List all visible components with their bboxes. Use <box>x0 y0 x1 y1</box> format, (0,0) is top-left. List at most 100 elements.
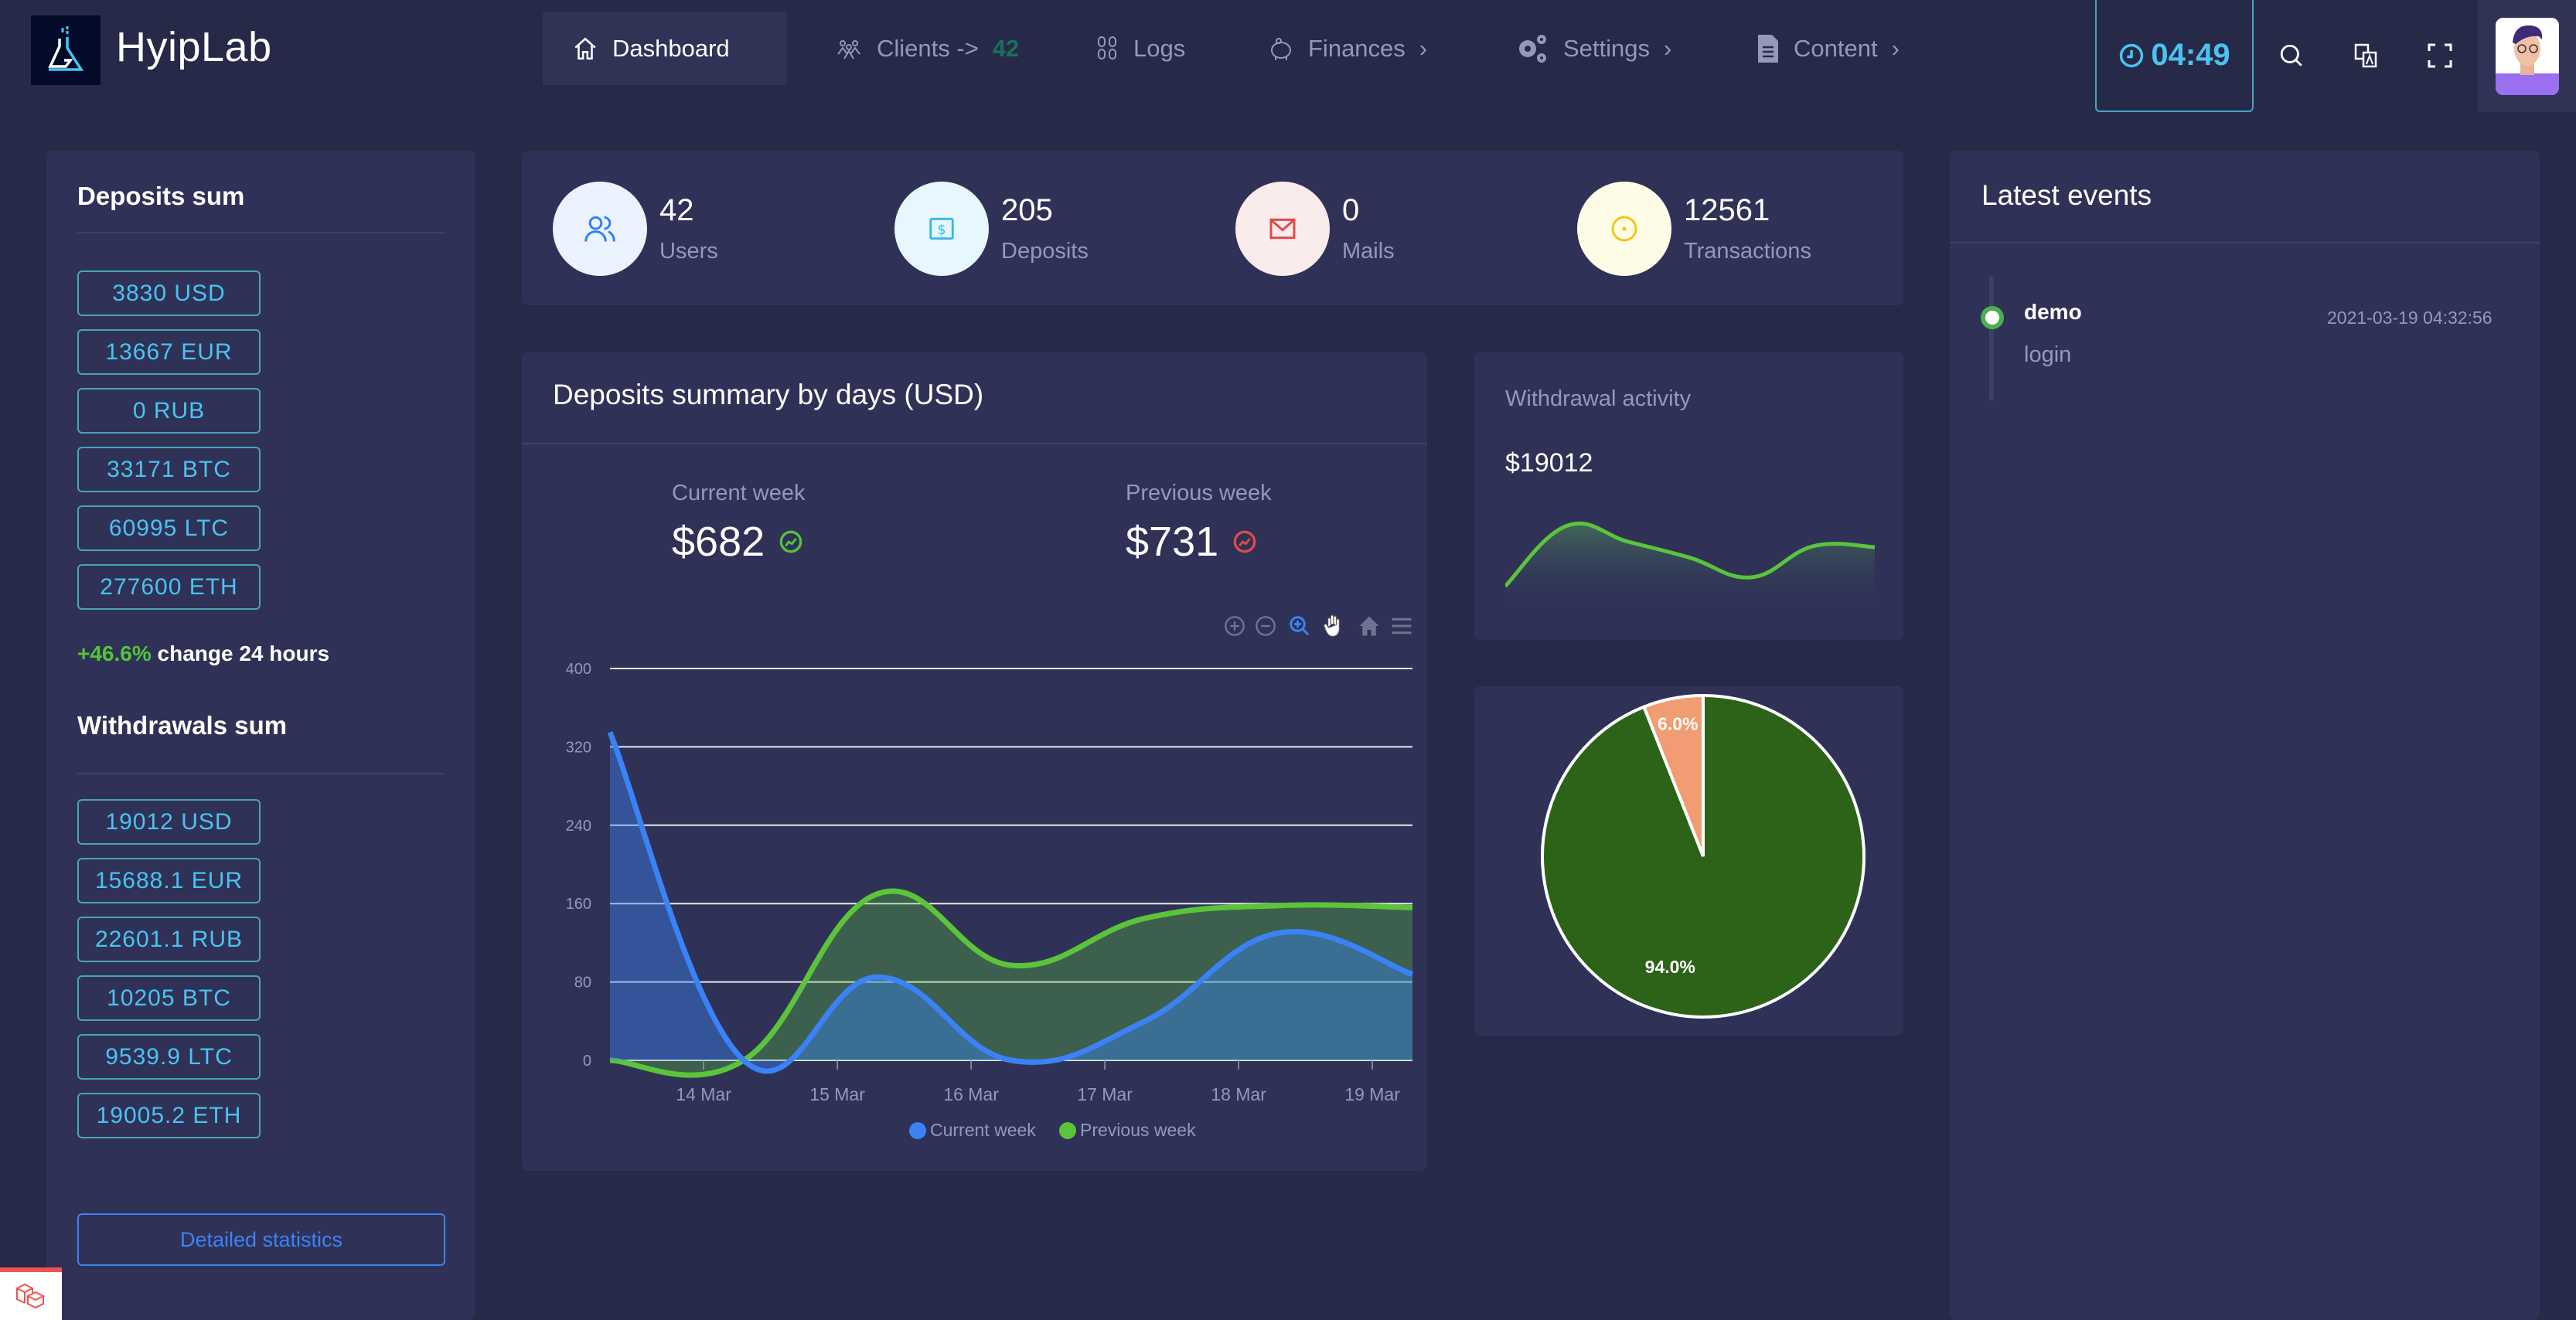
nav-clients[interactable]: Clients -> 42 <box>835 12 1019 85</box>
divider <box>77 232 445 233</box>
y-tick-label: 400 <box>566 661 591 678</box>
deposit-sum-rub: 0 RUB <box>77 388 261 434</box>
deposits-area-chart: 0 80 160 240 320 400 14 Mar 15 Mar 16 Mar 17 Mar 1… <box>566 661 1414 1140</box>
stat-users[interactable]: 42 Users <box>553 182 718 276</box>
change-value: +46.6% <box>77 641 152 665</box>
y-tick-label: 160 <box>566 896 591 913</box>
pan-button[interactable] <box>1320 613 1347 639</box>
user-menu[interactable] <box>2478 0 2576 112</box>
stat-value: 205 <box>1001 193 1053 227</box>
legend-label: Current week <box>930 1120 1036 1140</box>
language-button[interactable] <box>2349 39 2383 73</box>
home-icon <box>1359 616 1379 636</box>
chevron-right-icon: › <box>1891 34 1900 62</box>
legend-marker <box>1059 1122 1076 1139</box>
menu-icon <box>1392 617 1412 634</box>
pie-slice-label: 94.0% <box>1645 957 1695 977</box>
nav-label: Finances <box>1308 34 1406 62</box>
stat-value: 42 <box>659 193 694 227</box>
x-tick-label: 19 Mar <box>1344 1084 1400 1104</box>
withdrawals-sum-title: Withdrawals sum <box>77 711 288 740</box>
nav-label: Settings <box>1563 34 1651 62</box>
x-tick-label: 16 Mar <box>943 1084 999 1104</box>
stat-mails[interactable]: 0 Mails <box>1235 182 1395 276</box>
x-tick-label: 18 Mar <box>1211 1084 1266 1104</box>
users-icon <box>584 216 615 242</box>
nav-finances[interactable]: Finances › <box>1268 12 1427 85</box>
nav-dashboard[interactable]: Dashboard <box>543 12 787 85</box>
fullscreen-button[interactable] <box>2423 39 2457 73</box>
y-tick-label: 320 <box>566 739 591 756</box>
previous-week-label: Previous week <box>1126 481 1272 505</box>
coin-icon <box>1611 216 1637 242</box>
svg-text:$: $ <box>937 223 946 238</box>
stat-label: Mails <box>1342 239 1395 264</box>
nav-content[interactable]: Content › <box>1757 12 1900 85</box>
x-tick-label: 15 Mar <box>809 1084 865 1104</box>
fullscreen-icon <box>2428 43 2452 68</box>
selection-zoom-button[interactable] <box>1286 613 1313 639</box>
debugbar-toggle[interactable] <box>0 1267 62 1320</box>
detailed-statistics-button[interactable]: Detailed statistics <box>77 1213 445 1266</box>
trend-down-icon <box>1233 530 1256 553</box>
laravel-icon <box>15 1283 46 1309</box>
sparkline-area <box>1505 523 1875 611</box>
nav-logs[interactable]: Logs <box>1096 12 1185 85</box>
withdrawal-sparkline <box>1505 521 1875 611</box>
withdrawal-activity-value: $19012 <box>1505 448 1593 478</box>
y-tick-label: 0 <box>583 1053 591 1070</box>
deposit-sum-usd: 3830 USD <box>77 270 261 316</box>
search-button[interactable] <box>2274 39 2309 73</box>
piggy-bank-icon <box>1271 37 1291 60</box>
deposit-sum-eur: 13667 EUR <box>77 329 261 375</box>
current-week-value: $682 <box>672 518 803 566</box>
stat-deposits[interactable]: $ 205 Deposits <box>894 182 1089 276</box>
deposits-sum-title: Deposits sum <box>77 182 245 210</box>
x-tick-label: 14 Mar <box>676 1084 731 1104</box>
session-timer[interactable]: 04:49 <box>2095 0 2254 112</box>
top-navbar: HyipLab Dashboard Clients -> 42 Logs Fin… <box>0 0 2576 112</box>
zoom-in-icon <box>1225 616 1245 636</box>
pie-slice-label: 6.0% <box>1658 713 1698 733</box>
withdrawal-sum-eth: 19005.2 ETH <box>77 1093 261 1138</box>
y-tick-label: 240 <box>566 818 591 835</box>
divider <box>1950 242 2540 243</box>
timeline-line <box>1989 277 1994 400</box>
stat-icon-circle <box>1235 182 1330 276</box>
avatar <box>2495 17 2559 95</box>
logo[interactable] <box>31 15 101 85</box>
nav-label: Logs <box>1133 34 1186 62</box>
money-icon: $ <box>929 217 954 240</box>
deposit-sum-eth: 277600 ETH <box>77 564 261 610</box>
zoom-out-button[interactable] <box>1252 613 1279 639</box>
reset-zoom-button[interactable] <box>1356 613 1382 639</box>
users-icon <box>837 39 860 60</box>
chart-menu-button[interactable] <box>1389 613 1415 639</box>
nav-label: Dashboard <box>612 34 730 62</box>
event-user[interactable]: demo <box>2024 300 2082 325</box>
logs-icon <box>1098 36 1116 60</box>
withdrawal-sum-ltc: 9539.9 LTC <box>77 1034 261 1080</box>
chart-title: Deposits summary by days (USD) <box>553 379 984 410</box>
current-week-label: Current week <box>672 481 806 505</box>
nav-label: Content <box>1794 34 1878 62</box>
nav-settings[interactable]: Settings › <box>1515 12 1671 85</box>
event-timestamp: 2021-03-19 04:32:56 <box>2327 308 2493 328</box>
home-icon <box>574 37 596 60</box>
stat-value: 12561 <box>1684 193 1770 227</box>
stat-icon-circle <box>553 182 647 276</box>
change-label: change 24 hours <box>157 641 330 665</box>
mail-icon <box>1269 218 1296 240</box>
flask-logo-icon <box>48 26 84 71</box>
zoom-in-button[interactable] <box>1222 613 1248 639</box>
divider <box>522 443 1427 444</box>
withdrawal-sum-usd: 19012 USD <box>77 799 261 845</box>
stat-transactions[interactable]: 12561 Transactions <box>1577 182 1811 276</box>
event-action: login <box>2024 342 2072 367</box>
search-icon <box>2280 44 2302 66</box>
deposit-share-pie-chart: 94.0% 6.0% <box>1541 693 1866 1019</box>
divider <box>77 773 445 774</box>
user-avatar-icon <box>2495 17 2559 95</box>
timer-value: 04:49 <box>2151 38 2230 72</box>
previous-week-value: $731 <box>1126 518 1257 566</box>
